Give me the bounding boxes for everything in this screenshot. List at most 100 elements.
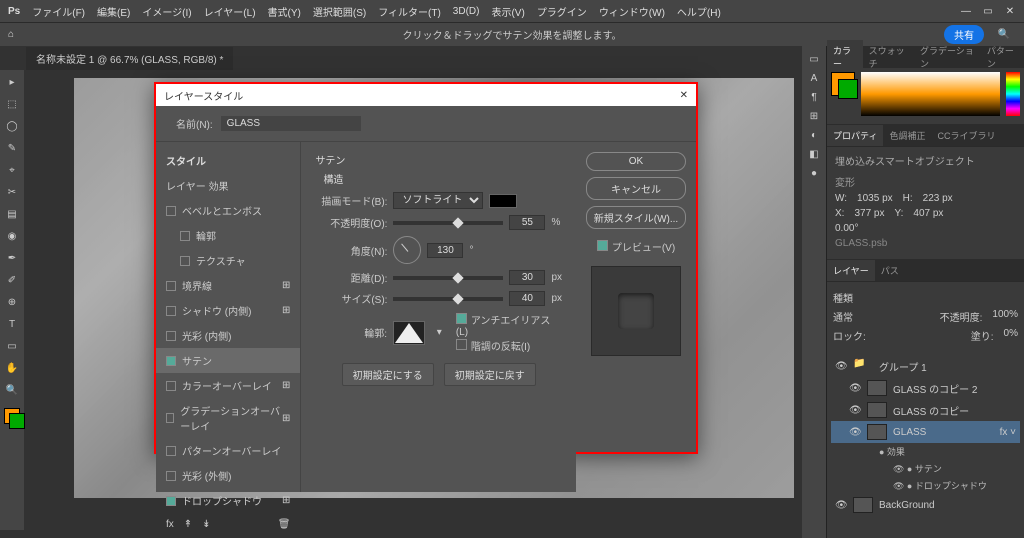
menu-window[interactable]: ウィンドウ(W) bbox=[599, 4, 665, 19]
home-icon[interactable]: ⌂ bbox=[8, 29, 14, 40]
tab-patterns[interactable]: パターン bbox=[981, 40, 1024, 74]
style-checkbox[interactable] bbox=[166, 446, 176, 456]
document-tab[interactable]: 名称未設定 1 @ 66.7% (GLASS, RGB/8) * bbox=[26, 47, 233, 70]
paragraph-panel-icon[interactable]: ¶ bbox=[811, 92, 816, 103]
tab-color[interactable]: カラー bbox=[827, 40, 863, 74]
add-icon[interactable]: ⊞ bbox=[282, 495, 290, 506]
opacity-value[interactable]: 100% bbox=[992, 309, 1018, 324]
menu-3d[interactable]: 3D(D) bbox=[453, 6, 480, 17]
style-checkbox[interactable] bbox=[166, 306, 176, 316]
pencil-tool-icon[interactable]: ✐ bbox=[4, 272, 20, 288]
cancel-button[interactable]: キャンセル bbox=[586, 177, 686, 200]
brush-tool-icon[interactable]: ✎ bbox=[4, 140, 20, 156]
hue-strip[interactable] bbox=[1006, 72, 1020, 116]
layer-GLASS のコピー[interactable]: 👁GLASS のコピー bbox=[831, 399, 1020, 421]
style-グラデーションオーバーレイ[interactable]: グラデーションオーバーレイ⊞ bbox=[156, 398, 300, 438]
window-restore-icon[interactable]: ▭ bbox=[982, 5, 994, 17]
menu-type[interactable]: 書式(Y) bbox=[268, 4, 301, 19]
menu-edit[interactable]: 編集(E) bbox=[97, 4, 130, 19]
style-サテン[interactable]: サテン bbox=[156, 348, 300, 373]
height-value[interactable]: 223 px bbox=[923, 193, 953, 204]
style-輪郭[interactable]: 輪郭 bbox=[156, 223, 300, 248]
style-テクスチャ[interactable]: テクスチャ bbox=[156, 248, 300, 273]
window-close-icon[interactable]: ✕ bbox=[1004, 5, 1016, 17]
style-カラーオーバーレイ[interactable]: カラーオーバーレイ⊞ bbox=[156, 373, 300, 398]
color-swatch[interactable] bbox=[4, 408, 20, 424]
size-input[interactable] bbox=[509, 291, 545, 306]
menu-help[interactable]: ヘルプ(H) bbox=[677, 4, 721, 19]
blend-select[interactable]: ソフトライト bbox=[393, 192, 483, 209]
panel-icon-5[interactable]: ◧ bbox=[809, 149, 818, 160]
down-icon[interactable]: ↡ bbox=[202, 519, 210, 530]
contour-picker[interactable] bbox=[393, 321, 425, 345]
layer-fx-効果[interactable]: ● 効果 bbox=[831, 443, 1020, 460]
hand-tool-icon[interactable]: ✋ bbox=[4, 360, 20, 376]
style-checkbox[interactable] bbox=[166, 281, 176, 291]
frame-tool-icon[interactable]: ▤ bbox=[4, 206, 20, 222]
search-icon[interactable]: 🔍 bbox=[998, 29, 1010, 40]
menu-plugin[interactable]: プラグイン bbox=[537, 4, 587, 19]
fx-icon[interactable]: fx ˅ bbox=[1000, 427, 1016, 438]
style-パターンオーバーレイ[interactable]: パターンオーバーレイ bbox=[156, 438, 300, 463]
new-style-button[interactable]: 新規スタイル(W)... bbox=[586, 206, 686, 229]
add-icon[interactable]: ⊞ bbox=[282, 380, 290, 391]
marquee-tool-icon[interactable]: ⬚ bbox=[4, 96, 20, 112]
width-value[interactable]: 1035 px bbox=[857, 193, 893, 204]
menu-view[interactable]: 表示(V) bbox=[491, 4, 524, 19]
panel-icon-4[interactable]: ◐ bbox=[811, 130, 817, 141]
style-光彩 (外側)[interactable]: 光彩 (外側) bbox=[156, 463, 300, 488]
contour-dropdown-icon[interactable]: ▾ bbox=[437, 327, 442, 338]
distance-slider[interactable] bbox=[393, 276, 503, 280]
visibility-icon[interactable]: 👁 bbox=[835, 361, 847, 372]
move-tool-icon[interactable]: ▸ bbox=[4, 74, 20, 90]
clone-tool-icon[interactable]: ⊕ bbox=[4, 294, 20, 310]
style-checkbox[interactable] bbox=[166, 471, 176, 481]
visibility-icon[interactable]: 👁 bbox=[835, 500, 847, 511]
tab-layers[interactable]: レイヤー bbox=[827, 260, 875, 281]
add-icon[interactable]: ⊞ bbox=[282, 413, 290, 424]
lasso-tool-icon[interactable]: ◯ bbox=[4, 118, 20, 134]
crop-tool-icon[interactable]: ⌖ bbox=[4, 162, 20, 178]
style-境界線[interactable]: 境界線⊞ bbox=[156, 273, 300, 298]
fg-bg-swatch[interactable] bbox=[831, 72, 855, 96]
layer-fx-ドロップシャドウ[interactable]: 👁 ● ドロップシャドウ bbox=[831, 477, 1020, 494]
visibility-icon[interactable]: 👁 bbox=[849, 427, 861, 438]
zoom-tool-icon[interactable]: 🔍 bbox=[4, 382, 20, 398]
opacity-slider[interactable] bbox=[393, 221, 503, 225]
style-checkbox[interactable] bbox=[166, 206, 176, 216]
layer-BackGround[interactable]: 👁BackGround bbox=[831, 494, 1020, 516]
tab-properties[interactable]: プロパティ bbox=[827, 125, 883, 146]
size-slider[interactable] bbox=[393, 297, 503, 301]
panel-icon-6[interactable]: ● bbox=[811, 168, 817, 179]
effects-header[interactable]: レイヤー 効果 bbox=[156, 173, 300, 198]
menu-layer[interactable]: レイヤー(L) bbox=[204, 4, 256, 19]
antialias-checkbox[interactable] bbox=[456, 313, 467, 324]
angle-value[interactable]: 0.00° bbox=[835, 223, 858, 234]
slice-tool-icon[interactable]: ✂ bbox=[4, 184, 20, 200]
panel-icon-3[interactable]: ⊞ bbox=[810, 111, 818, 122]
tab-gradients[interactable]: グラデーション bbox=[914, 40, 981, 74]
visibility-icon[interactable]: 👁 bbox=[849, 405, 861, 416]
shape-tool-icon[interactable]: ▭ bbox=[4, 338, 20, 354]
pen-tool-icon[interactable]: ✒ bbox=[4, 250, 20, 266]
style-ドロップシャドウ[interactable]: ドロップシャドウ⊞ bbox=[156, 488, 300, 513]
layer-GLASS のコピー 2[interactable]: 👁GLASS のコピー 2 bbox=[831, 377, 1020, 399]
style-checkbox[interactable] bbox=[180, 231, 190, 241]
menu-file[interactable]: ファイル(F) bbox=[32, 4, 85, 19]
panel-icon[interactable]: ▭ bbox=[809, 54, 818, 65]
layer-fx-サテン[interactable]: 👁 ● サテン bbox=[831, 460, 1020, 477]
style-checkbox[interactable] bbox=[166, 413, 174, 423]
type-tool-icon[interactable]: T bbox=[4, 316, 20, 332]
menu-select[interactable]: 選択範囲(S) bbox=[313, 4, 366, 19]
invert-checkbox[interactable] bbox=[456, 339, 467, 350]
style-checkbox[interactable] bbox=[166, 381, 176, 391]
angle-dial[interactable] bbox=[393, 236, 421, 264]
preview-checkbox[interactable] bbox=[597, 240, 608, 251]
style-シャドウ (内側)[interactable]: シャドウ (内側)⊞ bbox=[156, 298, 300, 323]
tab-paths[interactable]: パス bbox=[875, 260, 905, 281]
opacity-input[interactable] bbox=[509, 215, 545, 230]
blend-color-swatch[interactable] bbox=[489, 194, 517, 208]
character-panel-icon[interactable]: A bbox=[811, 73, 818, 84]
style-光彩 (内側)[interactable]: 光彩 (内側) bbox=[156, 323, 300, 348]
fill-value[interactable]: 0% bbox=[1004, 328, 1018, 343]
